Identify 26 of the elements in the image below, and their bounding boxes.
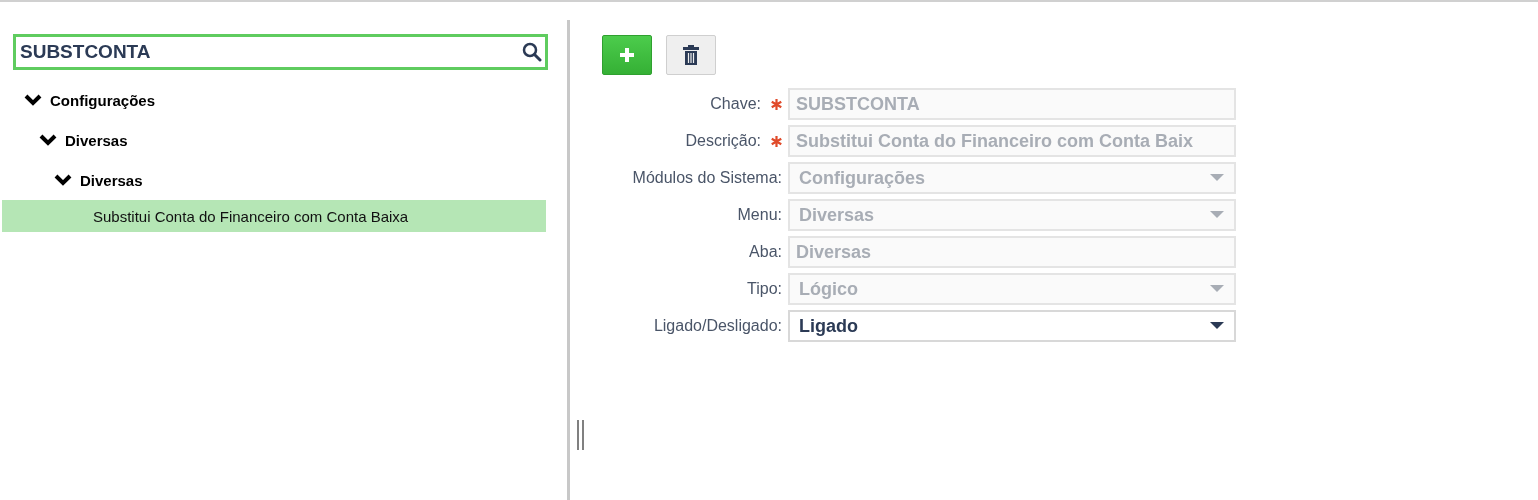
add-button[interactable] (602, 35, 652, 75)
caret-icon (1210, 285, 1224, 293)
tree-item[interactable]: Configurações (50, 91, 155, 109)
field-label: Módulos do Sistema: (632, 169, 782, 187)
tree-item[interactable]: Diversas (80, 171, 143, 189)
trash-icon (683, 45, 699, 65)
splitter-handle-icon[interactable] (577, 420, 585, 450)
field-label: Tipo: (747, 280, 782, 298)
chevron-down-icon[interactable] (54, 174, 72, 186)
field-label: Ligado/Desligado: (653, 317, 782, 335)
plus-icon (618, 46, 636, 64)
field-label: Chave: (710, 95, 761, 113)
dropdown[interactable]: Ligado (788, 310, 1236, 342)
search-icon[interactable] (522, 42, 542, 62)
field-label: Descrição: (685, 132, 761, 150)
delete-button[interactable] (666, 35, 716, 75)
chevron-down-icon[interactable] (39, 134, 57, 146)
chevron-down-icon[interactable] (24, 94, 42, 106)
caret-icon (1210, 174, 1224, 182)
search-field[interactable]: SUBSTCONTA (13, 34, 548, 70)
tree-item[interactable]: Diversas (65, 131, 128, 149)
field-label: Menu: (737, 206, 782, 224)
caret-icon (1210, 322, 1224, 330)
field-label: Aba: (749, 243, 782, 261)
tree-item[interactable]: Substitui Conta do Financeiro com Conta Baixa (2, 200, 546, 232)
caret-icon (1210, 211, 1224, 219)
